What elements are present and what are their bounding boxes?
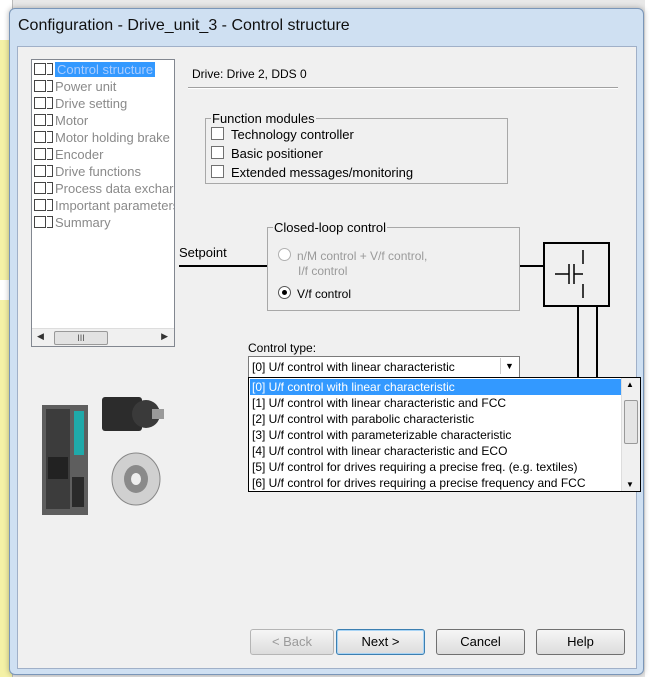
tree-item-drive-setting[interactable]: Drive setting (34, 96, 127, 113)
dropdown-option[interactable]: [4] U/f control with linear characterist… (250, 443, 621, 459)
drive-label: Drive: Drive 2, DDS 0 (192, 67, 307, 81)
output-wire (520, 265, 544, 267)
checkbox-icon (34, 182, 46, 194)
scroll-down-icon[interactable]: ▼ (626, 480, 634, 489)
title-bar[interactable]: Configuration - Drive_unit_3 - Control s… (10, 9, 643, 43)
next-button[interactable]: Next > (336, 629, 425, 655)
tree-item-process-data-exchange[interactable]: Process data exchar (34, 181, 174, 198)
cancel-button[interactable]: Cancel (436, 629, 525, 655)
shaft-line (577, 305, 579, 377)
closed-loop-control-group: Closed-loop control n/M control + V/f co… (267, 220, 520, 311)
checkbox-icon (34, 63, 46, 75)
node-icon (47, 148, 53, 160)
scroll-left-icon[interactable]: ◀ (37, 331, 44, 342)
motor-icon (102, 397, 164, 506)
tree-item-control-structure[interactable]: Control structure (34, 62, 156, 79)
node-icon (47, 182, 53, 194)
node-icon (47, 114, 53, 126)
setpoint-wire (179, 265, 267, 267)
node-icon (47, 165, 53, 177)
scroll-up-icon[interactable]: ▲ (626, 380, 634, 389)
tree-item-motor-holding-brake[interactable]: Motor holding brake (34, 130, 170, 147)
dropdown-option[interactable]: [0] U/f control with linear characterist… (250, 379, 621, 395)
drive-module-icon (42, 405, 88, 515)
checkbox-icon (34, 199, 46, 211)
extended-messages-checkbox[interactable]: Extended messages/monitoring (211, 165, 413, 180)
dropdown-option[interactable]: [5] U/f control for drives requiring a p… (250, 459, 621, 475)
checkbox-icon (34, 114, 46, 126)
tree-item-drive-functions[interactable]: Drive functions (34, 164, 141, 181)
node-icon (47, 131, 53, 143)
checkbox-icon (34, 165, 46, 177)
shaft-line (596, 305, 598, 377)
tree-item-encoder[interactable]: Encoder (34, 147, 103, 164)
drive-product-image (42, 397, 164, 515)
tree-item-summary[interactable]: Summary (34, 215, 111, 232)
separator-line (188, 87, 618, 89)
node-icon (47, 80, 53, 92)
dropdown-option[interactable]: [1] U/f control with linear characterist… (250, 395, 621, 411)
dialog-client-area: Control structure Power unit Drive setti… (17, 46, 641, 669)
setpoint-label: Setpoint (179, 245, 227, 260)
scroll-thumb[interactable] (624, 400, 638, 444)
switch-symbol-icon (555, 250, 584, 298)
dropdown-arrow-icon[interactable]: ▼ (500, 358, 518, 374)
node-icon (47, 216, 53, 228)
scroll-right-icon[interactable]: ▶ (161, 331, 168, 342)
dropdown-option[interactable]: [3] U/f control with parameterizable cha… (250, 427, 621, 443)
back-button[interactable]: < Back (250, 629, 334, 655)
checkbox-icon (34, 97, 46, 109)
technology-controller-checkbox[interactable]: Technology controller (211, 127, 354, 142)
function-modules-title: Function modules (211, 111, 316, 126)
closed-loop-title: Closed-loop control (273, 220, 388, 235)
control-type-label: Control type: (248, 341, 317, 355)
background-app-edge (645, 0, 653, 677)
control-type-select[interactable]: [0] U/f control with linear characterist… (248, 356, 520, 378)
configuration-dialog: Configuration - Drive_unit_3 - Control s… (9, 8, 644, 675)
node-icon (47, 199, 53, 211)
checkbox-icon (34, 80, 46, 92)
navigation-tree[interactable]: Control structure Power unit Drive setti… (31, 59, 175, 347)
control-type-value: [0] U/f control with linear characterist… (252, 360, 455, 374)
tree-horizontal-scrollbar[interactable]: ◀ III ▶ (32, 328, 174, 346)
tree-item-motor[interactable]: Motor (34, 113, 88, 130)
basic-positioner-checkbox[interactable]: Basic positioner (211, 146, 323, 161)
nm-control-radio[interactable]: n/M control + V/f control, (278, 248, 427, 263)
checkbox-icon (34, 131, 46, 143)
control-type-dropdown-list[interactable]: [0] U/f control with linear characterist… (248, 377, 641, 492)
checkbox-icon (34, 148, 46, 160)
dropdown-option[interactable]: [2] U/f control with parabolic character… (250, 411, 621, 427)
help-button[interactable]: Help (536, 629, 625, 655)
node-icon (47, 97, 53, 109)
function-modules-group: Function modules Technology controller B… (205, 111, 508, 184)
nm-control-radio-line2: I/f control (298, 264, 348, 278)
dropdown-option[interactable]: [6] U/f control for drives requiring a p… (250, 475, 621, 491)
scroll-thumb[interactable]: III (54, 331, 108, 345)
window-title: Configuration - Drive_unit_3 - Control s… (18, 17, 350, 34)
dropdown-scrollbar[interactable]: ▲ ▼ (621, 378, 640, 491)
tree-item-important-parameters[interactable]: Important parameters (34, 198, 174, 215)
node-icon (47, 63, 53, 75)
tree-item-power-unit[interactable]: Power unit (34, 79, 116, 96)
checkbox-icon (34, 216, 46, 228)
power-stage-block (543, 242, 610, 307)
vf-control-radio[interactable]: V/f control (278, 286, 351, 301)
